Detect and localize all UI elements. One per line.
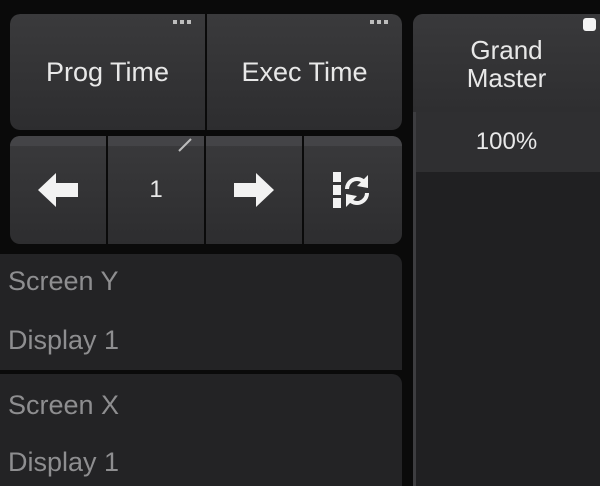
exec-time-button[interactable]: Exec Time: [207, 14, 402, 130]
cell-topbar: [304, 136, 402, 146]
screen-x-panel[interactable]: Screen X Display 1: [0, 374, 402, 486]
status-indicator: [583, 18, 596, 31]
page-number-field[interactable]: 1: [108, 136, 204, 244]
next-page-button[interactable]: [206, 136, 302, 244]
exec-time-label: Exec Time: [241, 56, 368, 87]
screen-y-display: Display 1: [8, 325, 120, 355]
cycle-refresh-icon: [333, 172, 369, 208]
fader-rail: [413, 112, 416, 486]
cell-topbar: [206, 136, 302, 146]
grand-master-title-line1: Grand: [470, 35, 543, 65]
cell-topbar: [10, 136, 106, 146]
arrow-left-icon: [38, 173, 78, 207]
grand-master-header[interactable]: Grand Master: [413, 14, 600, 112]
page-number: 1: [149, 176, 163, 203]
screen-y-panel[interactable]: Screen Y Display 1: [0, 254, 402, 370]
more-ellipsis-icon: [173, 20, 191, 24]
screen-x-display: Display 1: [8, 447, 120, 477]
grand-master-value: 100%: [413, 112, 600, 172]
arrow-right-icon: [234, 173, 274, 207]
pencil-icon: [178, 138, 192, 152]
cycle-page-button[interactable]: [304, 136, 402, 244]
previous-page-button[interactable]: [10, 136, 106, 244]
prog-time-label: Prog Time: [45, 56, 170, 87]
screen-y-title: Screen Y: [8, 266, 119, 296]
grand-master-title-line2: Master: [466, 63, 547, 93]
page-navigation-bar: 1: [10, 136, 402, 244]
screen-x-title: Screen X: [8, 390, 120, 420]
prog-time-button[interactable]: Prog Time: [10, 14, 205, 130]
top-button-panel: Prog Time Exec Time: [10, 14, 402, 130]
grand-master-fader[interactable]: Grand Master 100%: [413, 14, 600, 486]
more-ellipsis-icon: [370, 20, 388, 24]
